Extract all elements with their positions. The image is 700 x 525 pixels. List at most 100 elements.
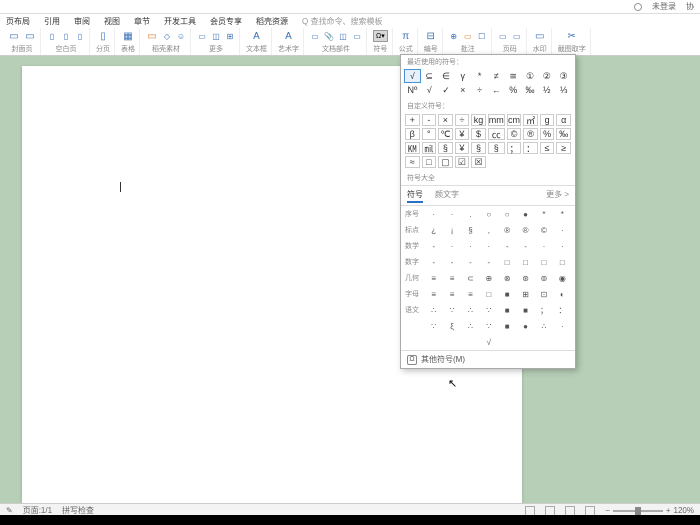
menu-review[interactable]: 审阅 (74, 16, 90, 27)
symbol-custom[interactable]: % (540, 128, 555, 140)
zoom-slider[interactable] (613, 510, 663, 512)
symbol-custom[interactable]: ： (523, 142, 538, 154)
tab-more-link[interactable]: 更多 > (546, 188, 569, 203)
group-textbox[interactable]: A文本框 (242, 28, 272, 55)
symbol-recent-7[interactable]: ① (522, 69, 539, 83)
group-wordart[interactable]: A艺术字 (274, 28, 304, 55)
symbol-custom[interactable]: $ (471, 128, 486, 140)
symbol-custom[interactable]: § (471, 142, 486, 154)
menu-devtools[interactable]: 开发工具 (164, 16, 196, 27)
menu-chapters[interactable]: 章节 (134, 16, 150, 27)
symbol-custom[interactable]: ÷ (455, 114, 470, 126)
symbol-recent-1[interactable]: ⊆ (421, 69, 438, 83)
symbol-recent-14[interactable]: ÷ (471, 83, 488, 97)
symbol-custom[interactable]: α (556, 114, 571, 126)
symbol-recent-12[interactable]: ✓ (438, 83, 455, 97)
zoom-value[interactable]: 120% (674, 506, 694, 515)
symbol-recent-2[interactable]: ∈ (438, 69, 455, 83)
symbol-custom[interactable]: ° (422, 128, 437, 140)
group-header[interactable]: ▭▭页码 (494, 28, 527, 55)
symbol-custom[interactable]: + (405, 114, 420, 126)
cat-row: 数字----□□□□ (401, 254, 575, 270)
menu-layout[interactable]: 页布局 (6, 16, 30, 27)
symbol-recent-5[interactable]: ≠ (488, 69, 505, 83)
symbol-custom[interactable]: - (422, 114, 437, 126)
symbol-recent-3[interactable]: γ (454, 69, 471, 83)
symbol-custom[interactable]: § (438, 142, 453, 154)
symbol-custom[interactable]: cm (507, 114, 522, 126)
symbol-custom[interactable]: ® (523, 128, 538, 140)
zoom-out-icon[interactable]: − (605, 506, 610, 515)
group-symbol[interactable]: Ω▾符号 (369, 28, 393, 55)
symbol-dropdown[interactable]: Ω▾ (373, 30, 388, 42)
symbol-custom[interactable]: mm (488, 114, 505, 126)
symbol-custom[interactable]: ≈ (405, 156, 420, 168)
symbol-custom[interactable]: ㏕ (422, 142, 437, 154)
symbol-recent-16[interactable]: % (505, 83, 522, 97)
tab-symbols[interactable]: 符号 (407, 188, 423, 203)
symbol-recent-8[interactable]: ② (538, 69, 555, 83)
symbol-custom[interactable]: × (438, 114, 453, 126)
symbol-custom[interactable]: ㏎ (405, 142, 420, 154)
symbol-custom[interactable]: ▢ (438, 156, 453, 168)
symbol-custom[interactable]: ¥ (455, 128, 470, 140)
symbol-recent-0[interactable]: √ (404, 69, 421, 83)
symbol-recent-9[interactable]: ③ (555, 69, 572, 83)
symbol-custom[interactable]: § (488, 142, 505, 154)
view-print-icon[interactable] (525, 506, 535, 516)
collab-label[interactable]: 协 (686, 1, 694, 12)
symbol-custom[interactable]: ； (507, 142, 522, 154)
symbol-recent-18[interactable]: ½ (538, 83, 555, 97)
symbol-custom[interactable]: g (540, 114, 555, 126)
symbol-recent-10[interactable]: Nº (404, 83, 421, 97)
symbol-custom[interactable]: □ (422, 156, 437, 168)
menu-view[interactable]: 视图 (104, 16, 120, 27)
category-table: 序号··.○○●** 标点¿¡§,®®©· 数学-···--·· 数字----□… (401, 206, 575, 350)
symbol-recent-19[interactable]: ⅓ (555, 83, 572, 97)
symbol-custom[interactable]: ≤ (540, 142, 555, 154)
symbol-recent-15[interactable]: ← (488, 83, 505, 97)
symbol-custom[interactable]: ℃ (438, 128, 453, 140)
symbol-recent-11[interactable]: √ (421, 83, 438, 97)
symbol-recent-13[interactable]: × (454, 83, 471, 97)
group-screenshot[interactable]: ✂截图取字 (554, 28, 591, 55)
login-status[interactable]: 未登录 (652, 1, 676, 12)
view-read-icon[interactable] (585, 506, 595, 516)
zoom-control[interactable]: − + 120% (605, 506, 694, 515)
view-web-icon[interactable] (565, 506, 575, 516)
symbol-custom[interactable]: ㏄ (488, 128, 505, 140)
symbol-recent-6[interactable]: ≅ (505, 69, 522, 83)
zoom-in-icon[interactable]: + (666, 506, 671, 515)
more-symbols-link[interactable]: Ω 其他符号(M) (401, 350, 575, 368)
symbol-custom[interactable]: ☒ (471, 156, 486, 168)
group-chart[interactable]: ▭◫⊞更多 (193, 28, 240, 55)
group-link[interactable]: ⊕▭☐批注 (445, 28, 492, 55)
symbol-recent-17[interactable]: ‰ (522, 83, 539, 97)
symbol-custom[interactable]: ㎡ (523, 114, 538, 126)
group-watermark[interactable]: ▭水印 (529, 28, 552, 55)
menu-references[interactable]: 引用 (44, 16, 60, 27)
view-outline-icon[interactable] (545, 506, 555, 516)
tab-kaomoji[interactable]: 颜文字 (435, 188, 459, 203)
group-cover[interactable]: ▭▭封面页 (4, 28, 41, 55)
symbol-custom[interactable]: ☑ (455, 156, 470, 168)
group-table[interactable]: ▦表格 (117, 28, 140, 55)
status-page[interactable]: ✎ (6, 506, 13, 515)
user-avatar-icon[interactable] (634, 3, 642, 11)
menu-vip[interactable]: 会员专享 (210, 16, 242, 27)
symbol-custom[interactable]: © (507, 128, 522, 140)
group-formula[interactable]: π公式 (395, 28, 418, 55)
group-blank[interactable]: ▯▯▯空白页 (43, 28, 90, 55)
symbol-custom[interactable]: ≥ (556, 142, 571, 154)
group-attach[interactable]: ▭📎◫▭文档部件 (306, 28, 367, 55)
group-picture[interactable]: ▭◇☺稻壳素材 (142, 28, 191, 55)
group-number[interactable]: ⊟编号 (420, 28, 443, 55)
symbol-custom[interactable]: kg (471, 114, 486, 126)
symbol-recent-4[interactable]: * (471, 69, 488, 83)
symbol-custom[interactable]: ‰ (556, 128, 571, 140)
symbol-custom[interactable]: ¥ (455, 142, 470, 154)
symbol-custom[interactable]: β (405, 128, 420, 140)
menu-resources[interactable]: 稻壳资源 (256, 16, 288, 27)
command-search[interactable]: Q 查找命令、搜索模板 (302, 16, 382, 27)
group-pagebreak[interactable]: ▯分页 (92, 28, 115, 55)
